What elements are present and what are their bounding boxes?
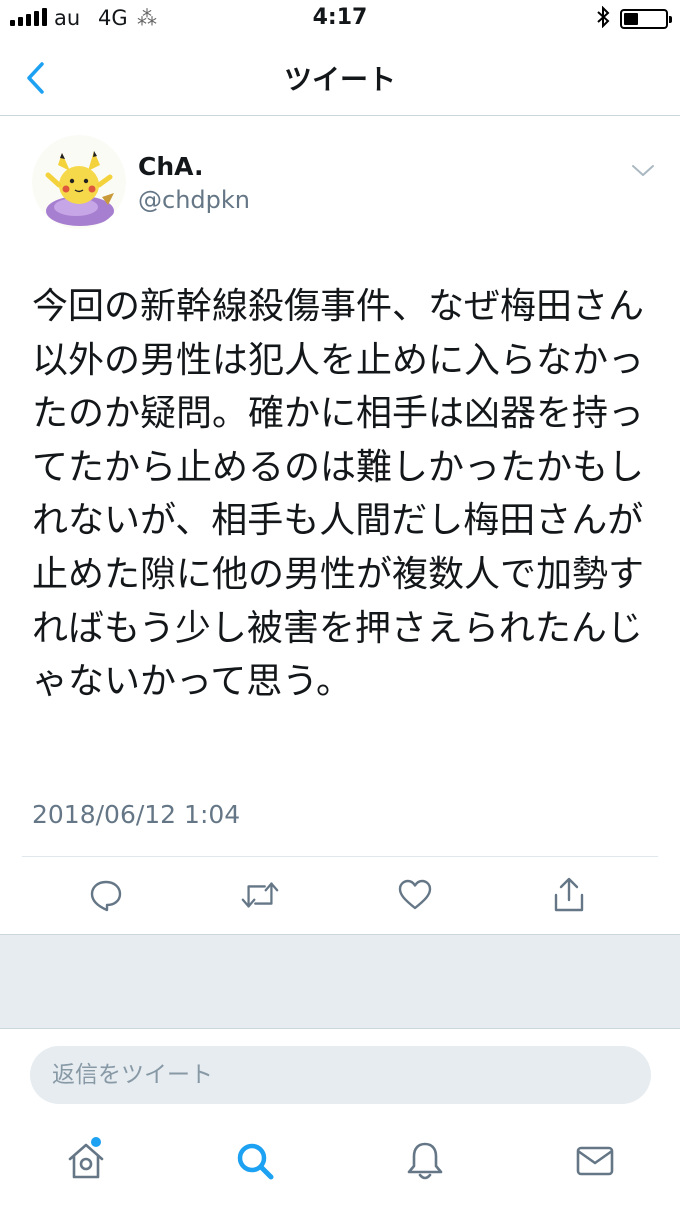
share-button[interactable] — [549, 870, 589, 920]
retweet-button[interactable] — [240, 870, 280, 920]
reply-icon — [90, 880, 122, 912]
chevron-down-icon — [632, 165, 654, 176]
user-handle[interactable]: @chdpkn — [138, 186, 250, 214]
pikachu-avatar-image — [32, 135, 126, 229]
tab-notifications[interactable] — [400, 1136, 450, 1186]
avatar[interactable] — [32, 135, 126, 229]
page-title: ツイート — [283, 63, 396, 96]
nav-bar: ツイート — [0, 40, 680, 116]
display-name[interactable]: ChA. — [138, 152, 203, 181]
reply-input[interactable] — [30, 1046, 651, 1104]
tab-home[interactable] — [61, 1136, 111, 1186]
tweet-timestamp: 2018/06/12 1:04 — [32, 800, 241, 829]
bell-icon — [407, 1142, 443, 1180]
search-icon — [237, 1143, 274, 1180]
divider — [22, 856, 658, 857]
home-icon — [68, 1143, 104, 1179]
retweet-icon — [241, 882, 279, 908]
bluetooth-icon — [596, 5, 610, 33]
mail-icon — [576, 1146, 614, 1176]
like-button[interactable] — [395, 870, 435, 920]
share-icon — [554, 877, 584, 912]
separator-band — [0, 934, 680, 1029]
battery-icon — [620, 9, 672, 29]
status-time: 4:17 — [312, 5, 368, 30]
heart-icon — [398, 879, 432, 910]
tab-messages[interactable] — [570, 1136, 620, 1186]
tab-search[interactable] — [230, 1136, 280, 1186]
tweet-text: 今回の新幹線殺傷事件、なぜ梅田さん以外の男性は犯人を止めに入らなかったのか疑問。… — [32, 286, 645, 703]
tab-bar — [0, 1128, 680, 1209]
tweet-options-button[interactable] — [630, 160, 656, 180]
battery-level — [624, 13, 638, 25]
tweet-action-bar — [0, 870, 680, 920]
notification-dot — [91, 1137, 101, 1147]
status-bar: au 4G ⁂ 4:17 — [0, 0, 680, 40]
reply-button[interactable] — [86, 870, 126, 920]
